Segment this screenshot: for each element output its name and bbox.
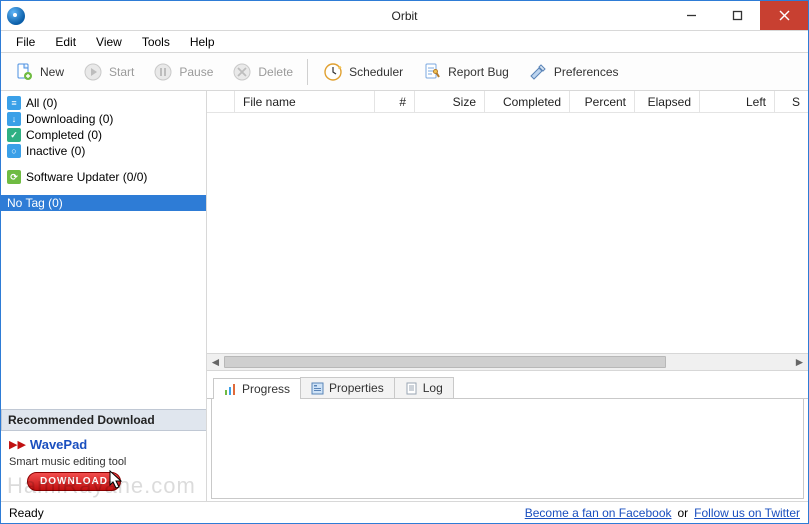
recommended-panel: ▶▶ WavePad Smart music editing tool DOWN…	[1, 431, 206, 501]
maximize-button[interactable]	[714, 1, 760, 30]
bug-icon	[421, 61, 443, 83]
idle-icon: ○	[7, 144, 21, 158]
toolbar: New Start Pause Delete Scheduler Report …	[1, 53, 808, 91]
pause-icon	[152, 61, 174, 83]
toolbar-separator	[307, 59, 308, 85]
scheduler-button[interactable]: Scheduler	[314, 58, 411, 86]
status-or: or	[678, 506, 689, 520]
sidebar-item-all[interactable]: ≡ All (0)	[1, 95, 206, 111]
pause-button[interactable]: Pause	[144, 58, 221, 86]
sidebar-item-label: Inactive (0)	[26, 144, 85, 158]
grid-gutter	[207, 91, 235, 112]
content-panel: File name # Size Completed Percent Elaps…	[207, 91, 808, 501]
play-icon	[82, 61, 104, 83]
sidebar-item-label: Completed (0)	[26, 128, 102, 142]
main-area: ≡ All (0) ↓ Downloading (0) ✓ Completed …	[1, 91, 808, 501]
detail-body[interactable]	[211, 399, 804, 499]
new-icon	[13, 61, 35, 83]
new-label: New	[40, 65, 64, 79]
title-bar: Orbit	[1, 1, 808, 31]
col-elapsed[interactable]: Elapsed	[635, 91, 700, 112]
clock-icon	[322, 61, 344, 83]
col-s[interactable]: S	[775, 91, 808, 112]
new-button[interactable]: New	[5, 58, 72, 86]
tab-progress-label: Progress	[242, 382, 290, 396]
tools-icon	[527, 61, 549, 83]
app-icon	[7, 7, 25, 25]
sidebar: ≡ All (0) ↓ Downloading (0) ✓ Completed …	[1, 91, 207, 501]
preferences-button[interactable]: Preferences	[519, 58, 627, 86]
tab-properties-label: Properties	[329, 381, 384, 395]
status-bar: Ready Become a fan on Facebook or Follow…	[1, 501, 808, 523]
menu-view[interactable]: View	[87, 33, 131, 51]
log-icon	[405, 382, 418, 395]
menu-file[interactable]: File	[7, 33, 44, 51]
chart-icon	[224, 383, 237, 396]
sidebar-item-downloading[interactable]: ↓ Downloading (0)	[1, 111, 206, 127]
list-icon: ≡	[7, 96, 21, 110]
menu-tools[interactable]: Tools	[133, 33, 179, 51]
menu-bar: File Edit View Tools Help	[1, 31, 808, 53]
scheduler-label: Scheduler	[349, 65, 403, 79]
sidebar-item-updater[interactable]: ⟳ Software Updater (0/0)	[1, 169, 206, 185]
sidebar-item-label: All (0)	[26, 96, 57, 110]
scroll-right-arrow-icon[interactable]: ►	[791, 354, 808, 370]
detail-tabs: Progress Properties Log	[207, 375, 808, 399]
delete-icon	[231, 61, 253, 83]
scroll-track[interactable]	[224, 354, 791, 370]
close-button[interactable]	[760, 1, 808, 30]
menu-edit[interactable]: Edit	[46, 33, 85, 51]
wavepad-caption: Smart music editing tool	[9, 456, 198, 468]
start-label: Start	[109, 65, 134, 79]
properties-icon	[311, 382, 324, 395]
grid-header: File name # Size Completed Percent Elaps…	[207, 91, 808, 113]
col-percent[interactable]: Percent	[570, 91, 635, 112]
menu-help[interactable]: Help	[181, 33, 224, 51]
double-arrow-icon: ▶▶	[9, 438, 26, 451]
tab-log[interactable]: Log	[394, 377, 454, 398]
sidebar-item-inactive[interactable]: ○ Inactive (0)	[1, 143, 206, 159]
col-size[interactable]: Size	[415, 91, 485, 112]
scroll-thumb[interactable]	[224, 356, 666, 368]
sidebar-item-completed[interactable]: ✓ Completed (0)	[1, 127, 206, 143]
minimize-button[interactable]	[668, 1, 714, 30]
tab-log-label: Log	[423, 381, 443, 395]
recommended-heading: Recommended Download	[1, 409, 206, 431]
col-filename[interactable]: File name	[235, 91, 375, 112]
download-button[interactable]: DOWNLOAD	[27, 472, 121, 491]
wavepad-link[interactable]: WavePad	[30, 437, 87, 452]
delete-button[interactable]: Delete	[223, 58, 301, 86]
sidebar-item-label: Downloading (0)	[26, 112, 113, 126]
col-hash[interactable]: #	[375, 91, 415, 112]
horizontal-scrollbar[interactable]: ◄ ►	[207, 353, 808, 371]
sidebar-item-no-tag[interactable]: No Tag (0)	[1, 195, 206, 211]
window-controls	[668, 1, 808, 30]
check-icon: ✓	[7, 128, 21, 142]
sidebar-item-label: No Tag (0)	[7, 196, 63, 210]
sidebar-item-label: Software Updater (0/0)	[26, 170, 147, 184]
delete-label: Delete	[258, 65, 293, 79]
down-arrow-icon: ↓	[7, 112, 21, 126]
tab-progress[interactable]: Progress	[213, 378, 301, 399]
tab-properties[interactable]: Properties	[300, 377, 395, 398]
report-bug-button[interactable]: Report Bug	[413, 58, 517, 86]
col-left[interactable]: Left	[700, 91, 775, 112]
facebook-link[interactable]: Become a fan on Facebook	[525, 506, 672, 520]
status-text: Ready	[9, 506, 44, 520]
scroll-left-arrow-icon[interactable]: ◄	[207, 354, 224, 370]
grid-body[interactable]	[207, 113, 808, 353]
start-button[interactable]: Start	[74, 58, 142, 86]
preferences-label: Preferences	[554, 65, 619, 79]
refresh-icon: ⟳	[7, 170, 21, 184]
pause-label: Pause	[179, 65, 213, 79]
report-bug-label: Report Bug	[448, 65, 509, 79]
twitter-link[interactable]: Follow us on Twitter	[694, 506, 800, 520]
col-completed[interactable]: Completed	[485, 91, 570, 112]
